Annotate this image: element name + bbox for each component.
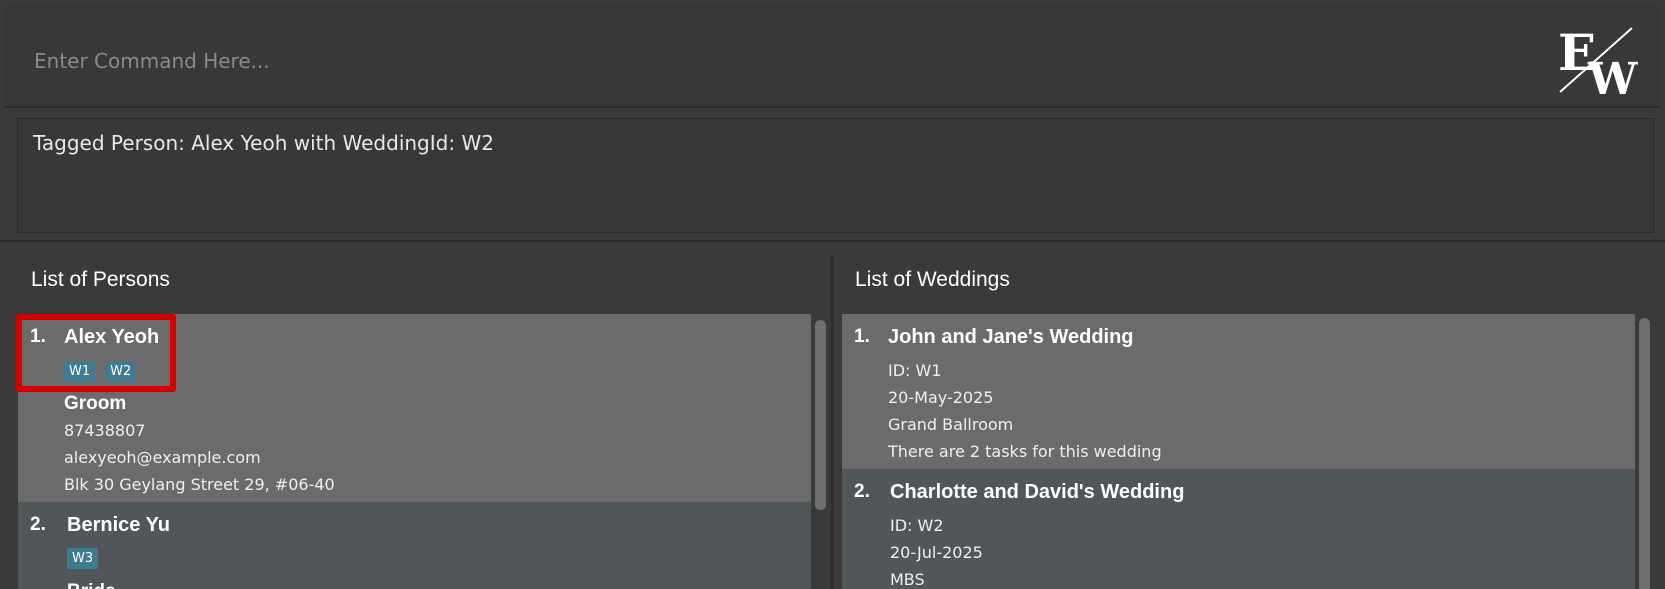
wedding-venue: MBS <box>890 570 925 589</box>
persons-scrollbar[interactable] <box>812 314 828 589</box>
panel-divider <box>831 256 833 589</box>
command-bar: E W <box>4 4 1661 108</box>
wedding-task-count: There are 2 tasks for this wedding <box>888 442 1162 461</box>
wedding-venue: Grand Ballroom <box>888 415 1014 434</box>
persons-scrollbar-thumb[interactable] <box>815 320 826 510</box>
wedding-name: John and Jane's Wedding <box>888 326 1134 348</box>
wedding-id: ID: W1 <box>888 361 942 380</box>
weddings-scrollbar-thumb[interactable] <box>1639 318 1650 589</box>
wedding-index: 1. <box>854 326 870 347</box>
wedding-card[interactable]: 2. Charlotte and David's Wedding ID: W2 … <box>842 469 1635 589</box>
person-role: Groom <box>64 393 127 414</box>
app-window: E W Tagged Person: Alex Yeoh with Weddin… <box>0 0 1665 589</box>
person-name: Bernice Yu <box>67 514 171 536</box>
wedding-date: 20-May-2025 <box>888 388 994 407</box>
app-logo-icon: E W <box>1558 23 1638 102</box>
command-input[interactable] <box>32 40 1496 82</box>
weddings-panel-title: List of Weddings <box>855 268 1010 291</box>
person-address: Blk 30 Geylang Street 29, #06-40 <box>64 475 335 494</box>
wedding-index: 2. <box>854 481 870 502</box>
persons-panel-title: List of Persons <box>31 268 170 291</box>
person-tags: W3 <box>67 548 99 569</box>
wedding-name: Charlotte and David's Wedding <box>890 481 1185 503</box>
wedding-id: ID: W2 <box>890 516 944 535</box>
person-card[interactable]: 2. Bernice Yu W3 Bride <box>18 502 811 589</box>
weddings-scrollbar[interactable] <box>1636 314 1652 589</box>
person-index: 2. <box>30 514 46 535</box>
wedding-tag: W3 <box>67 548 99 569</box>
person-email: alexyeoh@example.com <box>64 448 261 467</box>
person-phone: 87438807 <box>64 421 146 440</box>
person-role: Bride <box>67 581 116 589</box>
wedding-date: 20-Jul-2025 <box>890 543 983 562</box>
weddings-list[interactable]: 1. John and Jane's Wedding ID: W1 20-May… <box>842 314 1635 589</box>
highlight-annotation <box>16 314 176 392</box>
result-display: Tagged Person: Alex Yeoh with WeddingId:… <box>17 118 1654 233</box>
section-divider <box>0 240 1665 242</box>
wedding-card[interactable]: 1. John and Jane's Wedding ID: W1 20-May… <box>842 314 1635 469</box>
result-message: Tagged Person: Alex Yeoh with WeddingId:… <box>33 131 494 155</box>
